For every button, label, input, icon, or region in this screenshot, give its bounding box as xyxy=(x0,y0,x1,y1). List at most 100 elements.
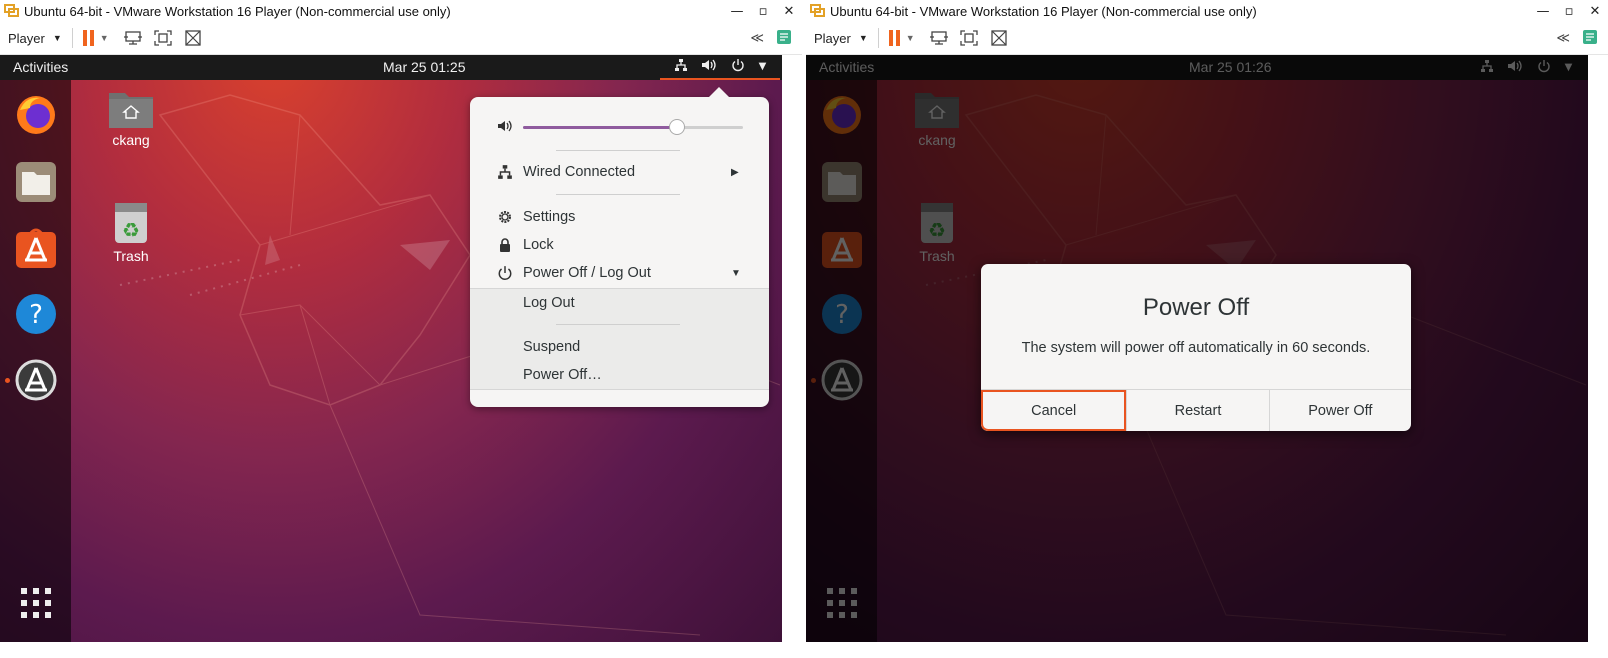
volume-slider[interactable] xyxy=(523,119,743,135)
svg-text:?: ? xyxy=(835,300,849,330)
settings-label: Settings xyxy=(523,209,576,225)
cancel-button[interactable]: Cancel xyxy=(981,390,1127,431)
lock-item[interactable]: Lock xyxy=(470,233,769,257)
system-status-area[interactable]: ▼ xyxy=(660,55,780,80)
maximize-button[interactable]: ▫ xyxy=(1556,4,1582,19)
pause-icon[interactable] xyxy=(82,30,94,46)
collapse-toolbar-icon[interactable]: ≪ xyxy=(1556,30,1570,46)
volume-icon xyxy=(701,58,717,76)
power-off-label: Power Off… xyxy=(523,367,602,383)
chevron-down-icon[interactable]: ▼ xyxy=(100,33,109,43)
files-icon[interactable] xyxy=(14,160,58,204)
window-titlebar[interactable]: Ubuntu 64-bit - VMware Workstation 16 Pl… xyxy=(0,0,802,22)
vmware-logo-icon xyxy=(810,4,826,18)
help-icon: ? xyxy=(820,292,864,336)
svg-text:♻: ♻ xyxy=(122,218,140,242)
power-off-button[interactable]: Power Off xyxy=(1268,390,1411,431)
window-titlebar[interactable]: Ubuntu 64-bit - VMware Workstation 16 Pl… xyxy=(806,0,1608,22)
unity-mode-icon[interactable] xyxy=(989,29,1009,47)
notes-icon[interactable] xyxy=(776,29,792,48)
collapse-toolbar-icon[interactable]: ≪ xyxy=(750,30,764,46)
software-center-icon xyxy=(820,226,864,270)
window-title: Ubuntu 64-bit - VMware Workstation 16 Pl… xyxy=(830,3,1257,19)
player-menu-button[interactable]: Player ▼ xyxy=(8,31,62,46)
power-off-dialog: Power Off The system will power off auto… xyxy=(981,264,1411,431)
volume-icon xyxy=(497,119,513,137)
help-icon[interactable]: ? xyxy=(14,292,58,336)
send-ctrl-alt-del-icon[interactable] xyxy=(123,29,143,47)
chevron-down-icon[interactable]: ▼ xyxy=(906,33,915,43)
player-label: Player xyxy=(8,30,45,46)
network-wired-icon xyxy=(1480,59,1494,77)
log-out-item[interactable]: Log Out xyxy=(470,291,769,315)
wired-connected-label: Wired Connected xyxy=(523,164,636,180)
desktop-home-folder: ckang xyxy=(897,89,977,148)
menu-arrow xyxy=(708,87,730,98)
unity-mode-icon[interactable] xyxy=(183,29,203,47)
ubuntu-dock: ? xyxy=(806,80,877,642)
clock[interactable]: Mar 25 01:25 xyxy=(383,59,466,75)
close-button[interactable]: ✕ xyxy=(776,4,802,19)
vmware-toolbar: Player ▼ ▼ ≪ xyxy=(806,22,1608,55)
volume-slider-fill xyxy=(523,126,677,129)
desktop-home-folder[interactable]: ckang xyxy=(91,89,171,148)
suspend-label: Suspend xyxy=(523,339,581,355)
show-applications-icon[interactable] xyxy=(20,587,52,623)
trash-icon: ♻ xyxy=(113,203,149,248)
fullscreen-icon[interactable] xyxy=(959,29,979,47)
home-folder-icon xyxy=(108,93,154,132)
power-off-logout-item[interactable]: Power Off / Log Out ▼ xyxy=(470,261,769,285)
desktop-trash[interactable]: ♻ Trash xyxy=(91,201,171,264)
maximize-button[interactable]: ▫ xyxy=(750,4,776,19)
svg-text:♻: ♻ xyxy=(928,218,946,242)
window-title: Ubuntu 64-bit - VMware Workstation 16 Pl… xyxy=(24,3,451,19)
notes-icon[interactable] xyxy=(1582,29,1598,48)
show-applications-icon xyxy=(826,587,858,623)
power-icon xyxy=(497,265,513,281)
wired-connected-item[interactable]: Wired Connected ▶ xyxy=(470,160,769,184)
desktop-trash: ♻ Trash xyxy=(897,201,977,264)
close-button[interactable]: ✕ xyxy=(1582,4,1608,19)
dialog-message: The system will power off automatically … xyxy=(1021,340,1371,356)
player-label: Player xyxy=(814,30,851,46)
send-ctrl-alt-del-icon[interactable] xyxy=(929,29,949,47)
chevron-down-icon: ▼ xyxy=(52,33,62,43)
fullscreen-icon[interactable] xyxy=(153,29,173,47)
menu-divider xyxy=(556,194,680,195)
chevron-down-icon: ▼ xyxy=(758,61,767,72)
system-status-area: ▼ xyxy=(1466,55,1586,80)
volume-slider-handle[interactable] xyxy=(669,119,685,135)
minimize-button[interactable]: — xyxy=(1530,4,1556,19)
minimize-button[interactable]: — xyxy=(724,4,750,19)
gnome-top-bar: Activities Mar 25 01:26 ▼ xyxy=(806,55,1588,80)
power-icon xyxy=(731,58,745,76)
desktop-icon-label: ckang xyxy=(112,132,150,148)
player-menu-button[interactable]: Player ▼ xyxy=(814,31,868,46)
suspend-item[interactable]: Suspend xyxy=(470,335,769,359)
running-indicator xyxy=(811,378,816,383)
vmware-window-right: Ubuntu 64-bit - VMware Workstation 16 Pl… xyxy=(806,0,1608,658)
network-wired-icon xyxy=(497,164,513,180)
ubuntu-desktop: Activities Mar 25 01:25 ▼ ? ckang ♻ Tras… xyxy=(0,55,782,642)
settings-item[interactable]: Settings xyxy=(470,205,769,229)
restart-button[interactable]: Restart xyxy=(1126,390,1268,431)
lock-label: Lock xyxy=(523,237,554,253)
dialog-title: Power Off xyxy=(1142,294,1250,321)
pause-icon[interactable] xyxy=(888,30,900,46)
power-off-logout-label: Power Off / Log Out xyxy=(523,265,651,281)
activities-button[interactable]: Activities xyxy=(13,59,68,75)
gear-icon xyxy=(497,209,513,225)
software-updater-icon[interactable] xyxy=(14,358,58,402)
firefox-icon[interactable] xyxy=(14,92,58,136)
toolbar-divider xyxy=(71,28,73,48)
vmware-toolbar: Player ▼ ▼ ≪ xyxy=(0,22,802,55)
desktop-icon-label: Trash xyxy=(919,248,955,264)
power-submenu: Log Out Suspend Power Off… xyxy=(470,288,769,390)
software-center-icon[interactable] xyxy=(14,226,58,270)
svg-text:?: ? xyxy=(29,300,43,330)
clock: Mar 25 01:26 xyxy=(1189,59,1272,75)
activities-button: Activities xyxy=(819,59,875,75)
desktop-icon-label: Trash xyxy=(113,248,149,264)
chevron-right-icon: ▶ xyxy=(731,166,739,178)
power-off-item[interactable]: Power Off… xyxy=(470,363,769,387)
